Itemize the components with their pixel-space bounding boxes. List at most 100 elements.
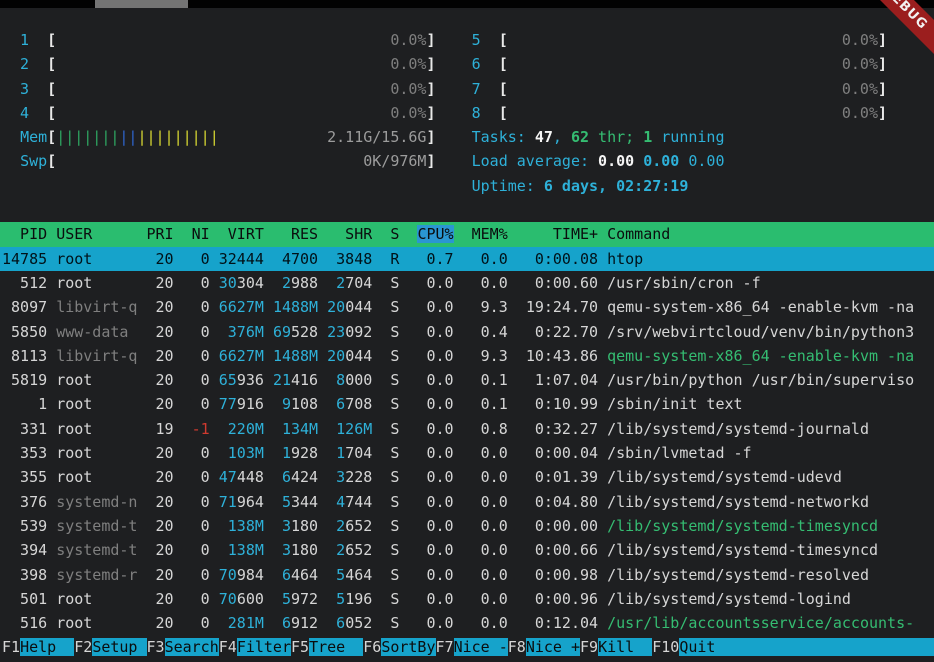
fn-key-F10[interactable]: F10Quit: [652, 638, 733, 656]
cpu-meter-label-2: 2: [2, 55, 29, 73]
cpu-meter-value-5: 0.0%: [508, 31, 878, 49]
process-row-353[interactable]: 353 root 20 0 103M 1928 1704 S 0.0 0.0 0…: [0, 441, 934, 465]
process-row-398[interactable]: 398 systemd-r 20 0 70984 6464 5464 S 0.0…: [0, 563, 934, 587]
process-command: qemu-system-x86_64 -enable-kvm -na: [607, 347, 914, 365]
top-bar-tab-handle[interactable]: [95, 0, 188, 8]
column-header-time[interactable]: TIME+: [526, 225, 598, 243]
process-cpu-pct: 0.0: [417, 541, 453, 559]
fn-key-F4[interactable]: F4Filter: [219, 638, 291, 656]
column-header-cpu[interactable]: CPU%: [417, 225, 453, 243]
process-row-8097[interactable]: 8097 libvirt-q 20 0 6627M 1488M 20044 S …: [0, 295, 934, 319]
process-mem-pct: 0.1: [472, 371, 508, 389]
cpu-meter-row-4: 4 [ 0.0%] 8 [ 0.0%]: [0, 101, 934, 125]
column-header-command[interactable]: Command: [607, 225, 670, 243]
process-pri: 19: [147, 420, 174, 438]
process-pid: 353: [2, 444, 47, 462]
process-pri: 20: [147, 323, 174, 341]
process-cpu-pct: 0.0: [417, 614, 453, 632]
process-row-355[interactable]: 355 root 20 0 47448 6424 3228 S 0.0 0.0 …: [0, 465, 934, 489]
process-ni: 0: [183, 517, 210, 535]
process-cpu-pct: 0.0: [417, 371, 453, 389]
process-user: root: [56, 420, 137, 438]
process-row-512[interactable]: 512 root 20 0 30304 2988 2704 S 0.0 0.0 …: [0, 271, 934, 295]
process-user: root: [56, 250, 137, 268]
process-pid: 539: [2, 517, 47, 535]
column-header-user[interactable]: USER: [56, 225, 137, 243]
memory-bar-used: |||||||: [56, 128, 119, 146]
column-header-virt[interactable]: VIRT: [219, 225, 264, 243]
process-row-331[interactable]: 331 root 19 -1 220M 134M 126M S 0.0 0.8 …: [0, 417, 934, 441]
process-row-539[interactable]: 539 systemd-t 20 0 138M 3180 2652 S 0.0 …: [0, 514, 934, 538]
process-time: 0:00.66: [526, 541, 598, 559]
column-header-pri[interactable]: PRI: [147, 225, 174, 243]
process-mem-pct: 0.0: [472, 590, 508, 608]
fn-key-F6[interactable]: F6SortBy: [363, 638, 435, 656]
tasks-count: 47: [535, 128, 553, 146]
cpu-meter-label-5: 5: [435, 31, 480, 49]
process-command: /lib/systemd/systemd-networkd: [607, 493, 869, 511]
cpu-meter-value-6: 0.0%: [508, 55, 878, 73]
memory-meter-value: 2.11G/15.6G: [327, 128, 426, 146]
process-time: 0:04.80: [526, 493, 598, 511]
process-ni: 0: [183, 614, 210, 632]
process-ni: -1: [183, 420, 210, 438]
process-row-1[interactable]: 1 root 20 0 77916 9108 6708 S 0.0 0.1 0:…: [0, 392, 934, 416]
column-header-pid[interactable]: PID: [2, 225, 47, 243]
process-ni: 0: [183, 590, 210, 608]
cpu-meter-label-3: 3: [2, 80, 29, 98]
htop-screen: DEBUG 1 [ 0.0%] 5 [ 0.0%] 2 [ 0.0%] 6 [ …: [0, 0, 934, 662]
process-cpu-pct: 0.0: [417, 493, 453, 511]
column-header-mem[interactable]: MEM%: [472, 225, 508, 243]
memory-bar-cache: |||||||||: [137, 128, 218, 146]
process-time: 0:12.04: [526, 614, 598, 632]
process-user: root: [56, 371, 137, 389]
top-bar: [0, 0, 934, 8]
process-command: /lib/systemd/systemd-logind: [607, 590, 851, 608]
process-row-14785[interactable]: 14785 root 20 0 32444 4700 3848 R 0.7 0.…: [0, 247, 934, 271]
process-pri: 20: [147, 468, 174, 486]
process-row-8113[interactable]: 8113 libvirt-q 20 0 6627M 1488M 20044 S …: [0, 344, 934, 368]
process-pri: 20: [147, 250, 174, 268]
column-header-shr[interactable]: SHR: [327, 225, 372, 243]
process-user: libvirt-q: [56, 347, 137, 365]
process-ni: 0: [183, 347, 210, 365]
process-time: 0:00.98: [526, 566, 598, 584]
fn-key-F2[interactable]: F2Setup: [74, 638, 146, 656]
fn-key-F1[interactable]: F1Help: [2, 638, 74, 656]
process-time: 0:10.99: [526, 395, 598, 413]
process-cpu-pct: 0.0: [417, 468, 453, 486]
process-command: /sbin/lvmetad -f: [607, 444, 752, 462]
process-row-5819[interactable]: 5819 root 20 0 65936 21416 8000 S 0.0 0.…: [0, 368, 934, 392]
cpu-meter-value-3: 0.0%: [56, 80, 426, 98]
process-row-376[interactable]: 376 systemd-n 20 0 71964 5344 4744 S 0.0…: [0, 490, 934, 514]
process-user: root: [56, 274, 137, 292]
process-row-501[interactable]: 501 root 20 0 70600 5972 5196 S 0.0 0.0 …: [0, 587, 934, 611]
column-header-res[interactable]: RES: [273, 225, 318, 243]
function-key-bar: F1Help F2Setup F3SearchF4FilterF5Tree F6…: [0, 635, 934, 659]
process-cpu-pct: 0.7: [417, 250, 453, 268]
process-mem-pct: 0.0: [472, 274, 508, 292]
process-row-5850[interactable]: 5850 www-data 20 0 376M 69528 23092 S 0.…: [0, 320, 934, 344]
process-pri: 20: [147, 493, 174, 511]
process-ni: 0: [183, 468, 210, 486]
process-mem-pct: 0.4: [472, 323, 508, 341]
process-cpu-pct: 0.0: [417, 420, 453, 438]
uptime-row: Uptime: 6 days, 02:27:19: [0, 174, 934, 198]
fn-key-F3[interactable]: F3Search: [147, 638, 219, 656]
process-row-394[interactable]: 394 systemd-t 20 0 138M 3180 2652 S 0.0 …: [0, 538, 934, 562]
cpu-meter-row-3: 3 [ 0.0%] 7 [ 0.0%]: [0, 77, 934, 101]
column-header-ni[interactable]: NI: [183, 225, 210, 243]
fn-key-F7[interactable]: F7Nice -: [436, 638, 508, 656]
process-pri: 20: [147, 371, 174, 389]
memory-meter-row: Mem[|||||||||||||||||| 2.11G/15.6G] Task…: [0, 125, 934, 149]
fn-key-F5[interactable]: F5Tree: [291, 638, 363, 656]
process-pid: 8113: [2, 347, 47, 365]
cpu-meter-label-6: 6: [435, 55, 480, 73]
cpu-meter-value-4: 0.0%: [56, 104, 426, 122]
process-pri: 20: [147, 517, 174, 535]
process-command: /usr/lib/accountsservice/accounts-: [607, 614, 914, 632]
fn-key-F9[interactable]: F9Kill: [580, 638, 652, 656]
process-row-516[interactable]: 516 root 20 0 281M 6912 6052 S 0.0 0.0 0…: [0, 611, 934, 635]
process-user: root: [56, 468, 137, 486]
fn-key-F8[interactable]: F8Nice +: [508, 638, 580, 656]
